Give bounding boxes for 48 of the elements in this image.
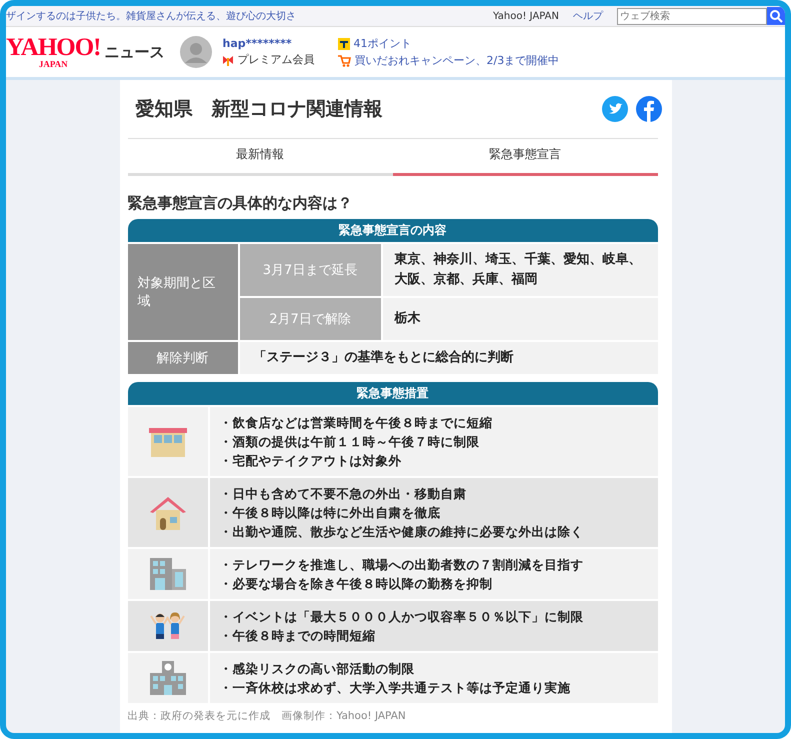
region-list: 東京、神奈川、埼玉、千葉、愛知、岐阜、大阪、京都、兵庫、福岡 [382,244,658,296]
row-header: 対象期間と区域 [128,244,238,340]
school-building-icon [148,660,186,696]
tab[interactable]: 緊急事態宣言 [392,139,658,176]
avatar-icon[interactable] [180,36,212,68]
tab[interactable]: 最新情報 [128,139,392,176]
campaign-link[interactable]: 買いだおれキャンペーン、2/3まで開催中 [354,53,560,68]
section-heading: 緊急事態宣言の具体的な内容は？ [128,194,354,213]
measure-item: ・宅配やテイクアウトは対象外 [220,452,402,470]
table-title-bar: 緊急事態措置 [128,382,658,406]
measure-item: ・飲食店などは営業時間を午後８時までに短縮 [220,414,492,432]
cart-icon [338,54,352,66]
region-list: 栃木 [382,298,658,340]
yahoo-logo[interactable]: YAHOO! JAPAN [6,35,100,69]
ribbon-icon [222,54,234,66]
service-name: ニュース [104,42,164,62]
measure-item: ・出勤や通院、散歩など生活や健康の維持に必要な外出は除く [220,523,584,542]
measure-item: ・日中も含めて不要不急の外出・移動自粛 [220,485,468,504]
membership-label: プレミアム会員 [237,52,314,67]
header-link[interactable]: ヘルプ [573,9,603,23]
row-header: 解除判断 [128,342,238,374]
header-link[interactable]: Yahoo! JAPAN [493,10,559,22]
judgement-text: 「ステージ３」の基準をもとに総合的に判断 [240,342,658,374]
points-link[interactable]: 41ポイント [353,36,412,51]
period-label: 2月7日で解除 [240,298,380,340]
search-field[interactable]: ウェブ検索 [617,8,767,24]
search-icon [769,9,783,23]
measure-item: ・酒類の提供は午前１１時～午後７時に制限 [220,433,480,452]
twitter-icon[interactable] [602,96,628,122]
t-point-icon [338,38,350,50]
facebook-icon[interactable] [636,96,662,122]
house-icon [148,494,186,531]
measure-item: ・一斉休校は求めず、大学入学共通テスト等は予定通り実施 [220,679,570,698]
measure-item: ・午後８時以降は特に外出自粛を徹底 [220,504,442,522]
measure-item: ・イベントは「最大５０００人かつ収容率５０％以下」に制限 [220,608,584,626]
fans-icon [150,611,186,642]
search-button[interactable] [767,7,785,25]
page-title: 愛知県 新型コロナ関連情報 [136,97,382,122]
measure-item: ・感染リスクの高い部活動の制限 [220,660,416,678]
image-credit: 出典：政府の発表を元に作成 画像制作：Yahoo! JAPAN [128,709,407,724]
office-building-icon [148,557,186,592]
measure-item: ・午後８時までの時間短縮 [220,627,376,646]
period-label: 3月7日まで延長 [240,244,380,296]
table-title-bar: 緊急事態宣言の内容 [128,219,658,242]
user-name[interactable]: hap******** [222,37,314,50]
measure-item: ・必要な場合を除き午後８時以降の勤務を抑制 [220,575,494,594]
news-ticker[interactable]: ザインするのは子供たち。雑貨屋さんが伝える、遊び心の大切さ [6,9,296,23]
measure-item: ・テレワークを推進し、職場への出勤者数の７割削減を目指す [220,556,584,574]
